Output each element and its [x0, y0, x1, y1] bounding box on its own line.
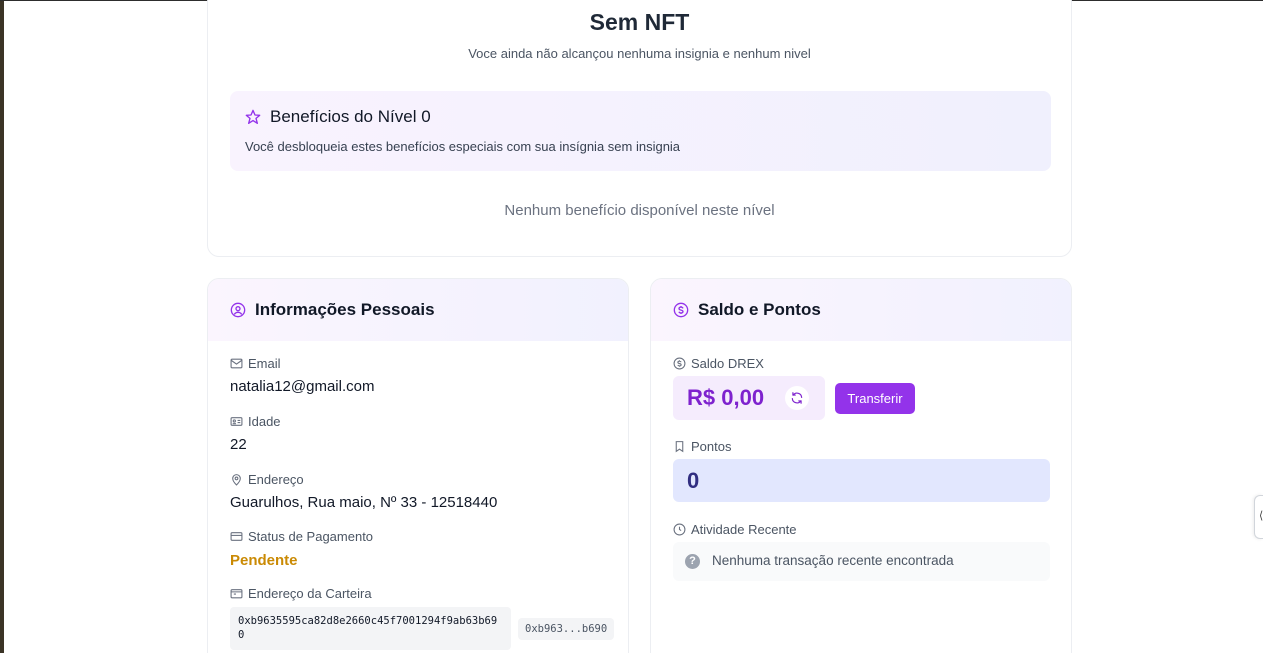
drex-label-text: Saldo DREX — [691, 356, 764, 371]
nft-title: Sem NFT — [589, 9, 690, 35]
age-label-text: Idade — [248, 414, 281, 429]
wallet-label: Endereço da Carteira — [230, 586, 372, 601]
balance-card: Saldo e Pontos Saldo DREX R$ 0,00 Transf… — [650, 278, 1072, 653]
address-value: Guarulhos, Rua maio, Nº 33 - 12518440 — [230, 494, 498, 511]
refresh-icon — [791, 392, 803, 404]
email-label-text: Email — [248, 356, 281, 371]
age-label: Idade — [230, 414, 281, 429]
wallet-address-full[interactable]: 0xb9635595ca82d8e2660c45f7001294f9ab63b6… — [230, 607, 511, 650]
activity-empty-state: ? Nenhuma transação recente encontrada — [673, 542, 1050, 581]
payment-status-badge: Pendente — [230, 552, 298, 569]
address-label-text: Endereço — [248, 472, 304, 487]
wallet-address-short[interactable]: 0xb963...b690 — [518, 618, 615, 640]
window-edge — [0, 0, 4, 653]
benefits-box: Benefícios do Nível 0 Você desbloqueia e… — [230, 91, 1051, 171]
benefits-description: Você desbloqueia estes benefícios especi… — [245, 139, 681, 154]
nft-card: Sem NFT Voce ainda não alcançou nenhuma … — [207, 0, 1072, 257]
activity-empty-text: Nenhuma transação recente encontrada — [712, 553, 954, 568]
nft-subtitle: Voce ainda não alcançou nenhuma insignia… — [468, 46, 811, 61]
credit-card-icon — [230, 532, 243, 541]
user-circle-icon — [230, 302, 246, 318]
personal-info-header: Informações Pessoais — [208, 279, 628, 341]
activity-label: Atividade Recente — [673, 522, 797, 537]
side-panel-toggle[interactable]: ⟨ — [1254, 495, 1263, 539]
benefits-title: Benefícios do Nível 0 — [270, 107, 431, 126]
balance-header: Saldo e Pontos — [651, 279, 1071, 341]
email-value: natalia12@gmail.com — [230, 378, 375, 395]
id-card-icon — [230, 417, 243, 426]
activity-label-text: Atividade Recente — [691, 522, 797, 537]
points-box: 0 — [673, 459, 1050, 502]
address-label: Endereço — [230, 472, 304, 487]
age-value: 22 — [230, 436, 247, 453]
transfer-button[interactable]: Transferir — [835, 383, 915, 414]
wallet-icon — [230, 589, 243, 599]
personal-info-title: Informações Pessoais — [255, 300, 435, 319]
email-label: Email — [230, 356, 281, 371]
personal-info-card: Informações Pessoais Email natalia12@gma… — [207, 278, 629, 653]
clock-icon — [673, 523, 686, 536]
drex-balance-value: R$ 0,00 — [687, 385, 765, 410]
side-tab-icon: ⟨ — [1259, 510, 1263, 522]
wallet-label-text: Endereço da Carteira — [248, 586, 372, 601]
drex-label: Saldo DREX — [673, 356, 764, 371]
no-benefits-text: Nenhum benefício disponível neste nível — [504, 202, 775, 219]
points-label-text: Pontos — [691, 439, 732, 454]
question-icon: ? — [685, 554, 700, 569]
bookmark-icon — [675, 441, 684, 453]
mail-icon — [230, 358, 243, 369]
star-icon — [245, 109, 261, 124]
dollar-icon — [673, 357, 686, 370]
points-label: Pontos — [673, 439, 731, 454]
points-value: 0 — [687, 468, 700, 493]
payment-label-text: Status de Pagamento — [248, 529, 374, 544]
drex-balance-box: R$ 0,00 — [673, 376, 825, 420]
payment-label: Status de Pagamento — [230, 529, 373, 544]
dollar-circle-icon — [673, 302, 689, 318]
map-pin-icon — [232, 474, 241, 486]
balance-title: Saldo e Pontos — [698, 300, 821, 319]
refresh-button[interactable] — [785, 386, 809, 410]
